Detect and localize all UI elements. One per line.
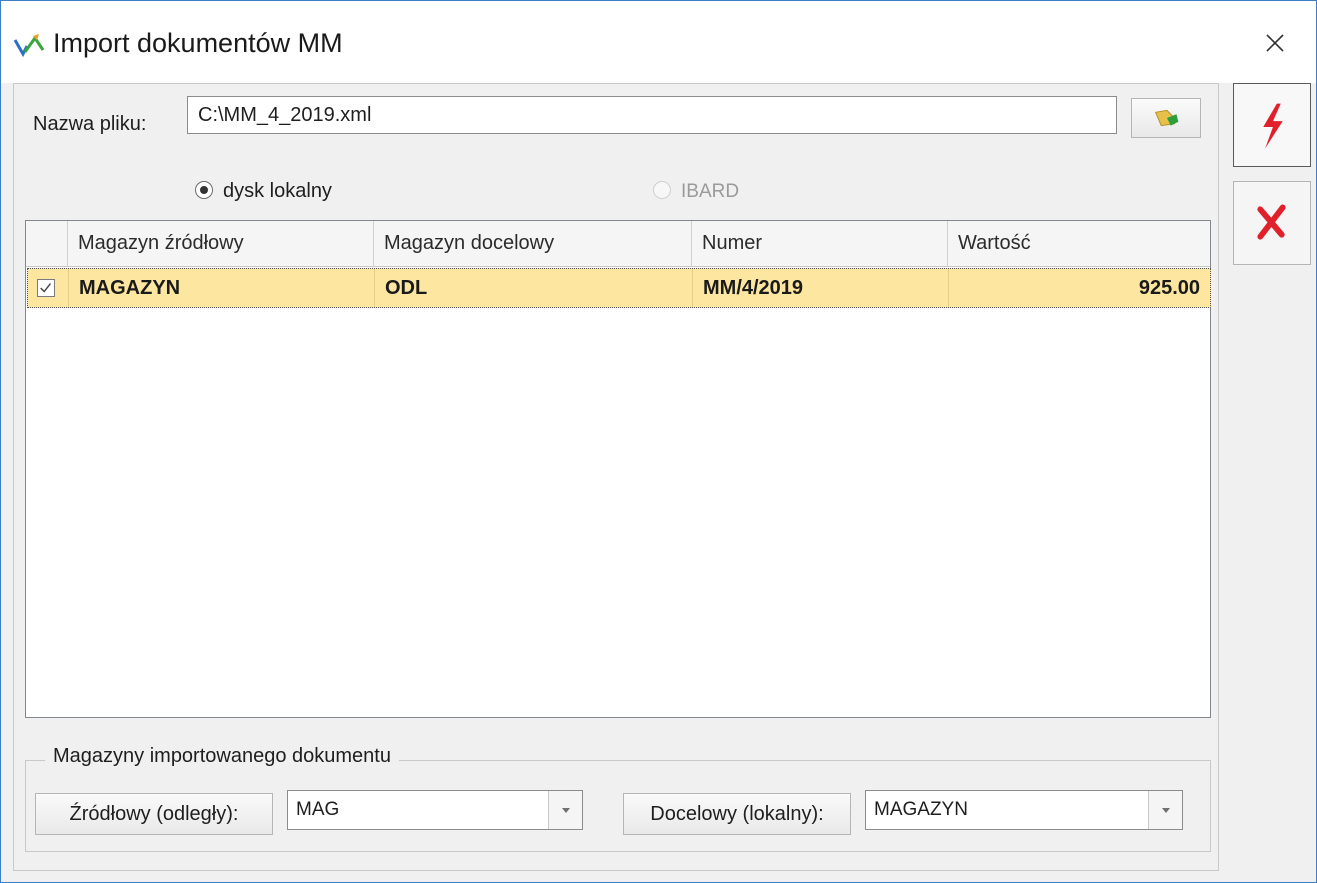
cell-source-warehouse: MAGAZYN [69, 269, 375, 307]
grid-header: Magazyn źródłowy Magazyn docelowy Numer … [26, 221, 1210, 267]
file-name-label: Nazwa pliku: [33, 113, 147, 135]
cell-value: 925.00 [1138, 277, 1200, 299]
radio-local-disk[interactable] [195, 181, 213, 199]
cancel-button[interactable] [1233, 181, 1311, 265]
window-title: Import dokumentów MM [53, 28, 343, 58]
import-mm-dialog: Import dokumentów MM Nazwa pliku: dysk l… [0, 0, 1317, 883]
row-check-cell[interactable] [28, 269, 69, 307]
import-icon [13, 34, 45, 58]
cancel-x-icon [1257, 204, 1286, 240]
header-source-warehouse[interactable]: Magazyn źródłowy [68, 221, 374, 267]
warehouses-group-legend: Magazyny importowanego dokumentu [45, 745, 399, 768]
checkmark-icon [40, 283, 52, 293]
header-target-warehouse[interactable]: Magazyn docelowy [374, 221, 692, 267]
source-warehouse-select[interactable]: MAG [287, 790, 583, 830]
documents-grid: Magazyn źródłowy Magazyn docelowy Numer … [25, 220, 1211, 718]
chevron-down-icon[interactable] [548, 791, 582, 829]
radio-ibard[interactable] [653, 181, 671, 199]
row-checkbox[interactable] [37, 279, 55, 297]
target-warehouse-button[interactable]: Docelowy (lokalny): [623, 793, 851, 835]
title-bar: Import dokumentów MM [1, 1, 1316, 83]
lightning-icon [1263, 103, 1283, 149]
header-number[interactable]: Numer [692, 221, 948, 267]
browse-file-button[interactable] [1131, 98, 1201, 138]
cell-target-warehouse: ODL [375, 269, 693, 307]
header-value[interactable]: Wartość [948, 221, 1210, 267]
run-import-button[interactable] [1233, 83, 1311, 167]
radio-local-disk-label: dysk lokalny [223, 180, 332, 202]
cell-number: MM/4/2019 [693, 269, 949, 307]
folder-open-icon [1154, 109, 1179, 127]
chevron-down-icon[interactable] [1148, 791, 1182, 829]
source-warehouse-value: MAG [296, 799, 340, 820]
header-check-column[interactable] [26, 221, 68, 267]
source-warehouse-button[interactable]: Źródłowy (odległy): [35, 793, 273, 835]
close-icon[interactable] [1260, 28, 1290, 58]
radio-ibard-label: IBARD [681, 181, 740, 202]
table-row[interactable]: MAGAZYN ODL MM/4/2019 925.00 [27, 268, 1211, 308]
file-path-input[interactable] [187, 96, 1117, 134]
target-warehouse-value: MAGAZYN [874, 799, 968, 820]
target-warehouse-select[interactable]: MAGAZYN [865, 790, 1183, 830]
